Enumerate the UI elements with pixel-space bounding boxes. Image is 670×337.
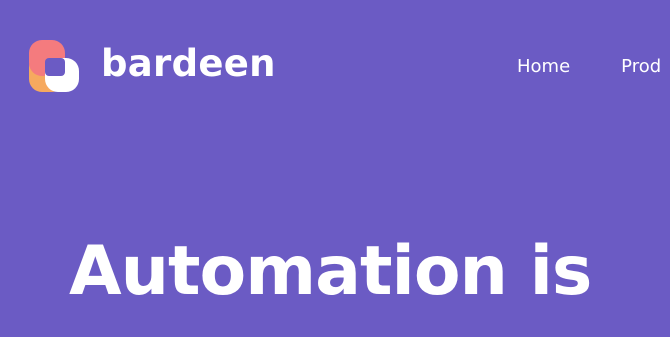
nav-link-home[interactable]: Home (517, 56, 570, 78)
brand-name: bardeen (101, 42, 276, 85)
bardeen-logo-icon (29, 40, 79, 92)
brand-logo-link[interactable]: bardeen (29, 40, 276, 94)
nav-link-product[interactable]: Prod (621, 56, 661, 78)
hero-title: Automation is (69, 232, 592, 311)
site-header: bardeen Home Prod (0, 0, 670, 140)
main-nav: Home Prod (517, 56, 661, 78)
